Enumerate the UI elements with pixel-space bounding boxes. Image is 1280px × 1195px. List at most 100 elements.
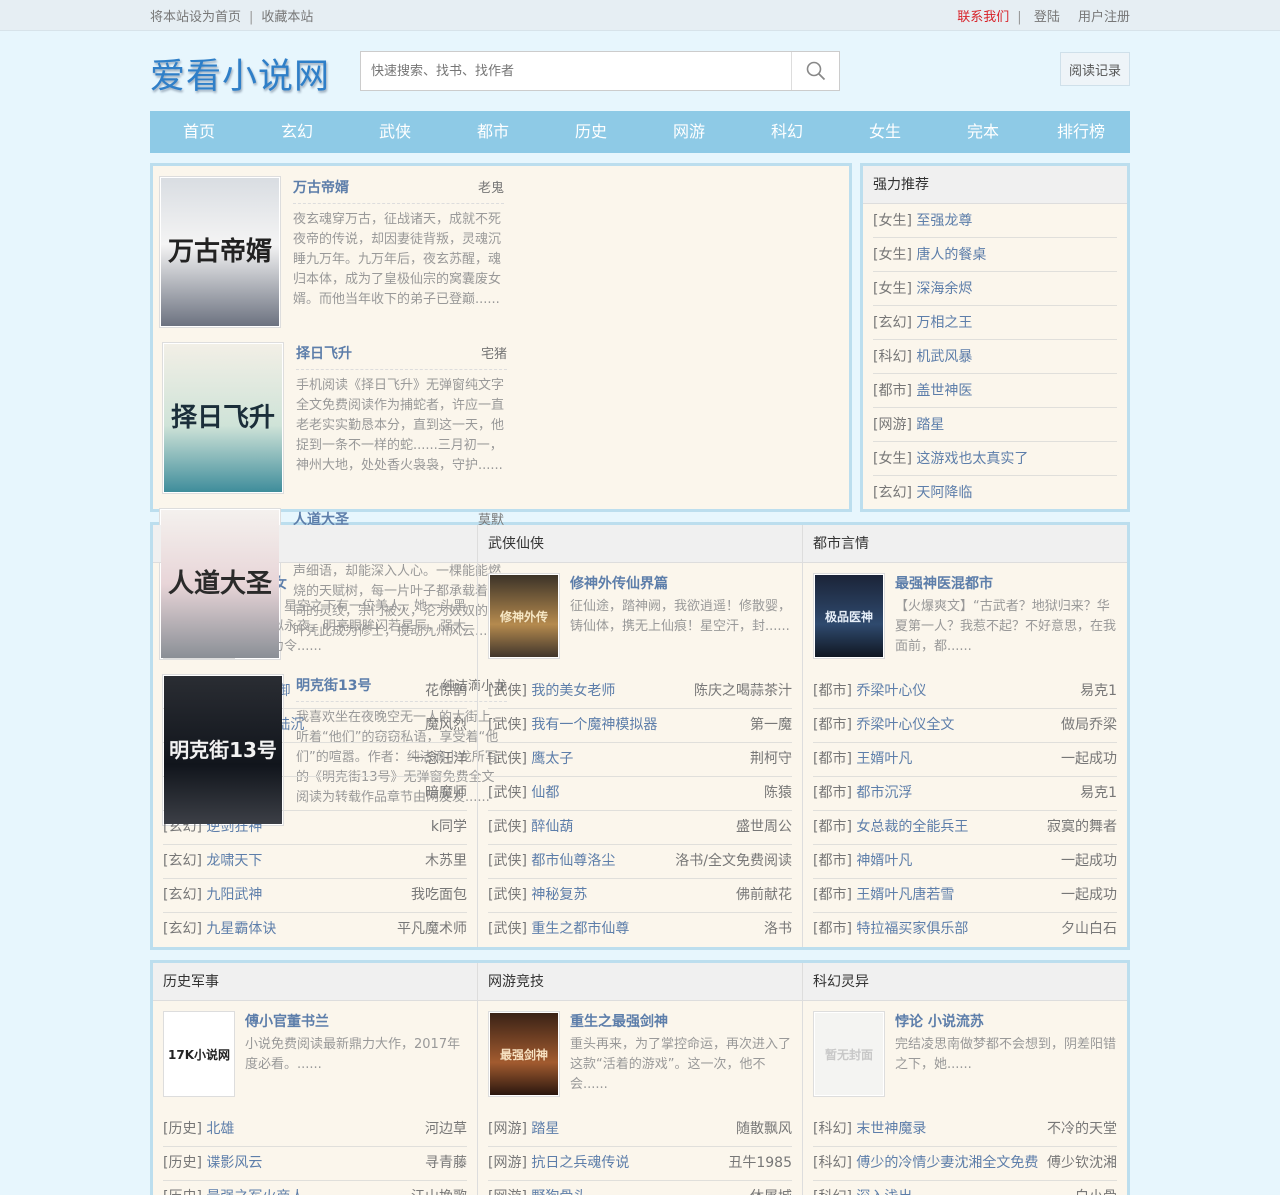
- item-title[interactable]: 北雄: [206, 1121, 234, 1137]
- list-item[interactable]: [科幻] 深入浅出 白小骨: [813, 1181, 1117, 1195]
- book-title[interactable]: 修神外传仙界篇: [570, 576, 668, 592]
- list-item[interactable]: [都市] 乔梁叶心仪 易克1: [813, 675, 1117, 709]
- book-cover[interactable]: 择日飞升: [162, 342, 284, 494]
- search-button[interactable]: [791, 52, 839, 90]
- item-title[interactable]: 野狗骨头: [531, 1189, 587, 1195]
- item-title[interactable]: 万相之王: [916, 315, 972, 331]
- item-title[interactable]: 盖世神医: [916, 383, 972, 399]
- recommend-item[interactable]: [女生] 至强龙尊: [873, 204, 1117, 238]
- item-title[interactable]: 神秘复苏: [531, 887, 587, 903]
- book-title[interactable]: 重生之最强剑神: [570, 1014, 668, 1030]
- item-title[interactable]: 机武风暴: [916, 349, 972, 365]
- item-title[interactable]: 都市仙尊洛尘: [531, 853, 615, 869]
- reading-history-button[interactable]: 阅读记录: [1060, 52, 1130, 86]
- nav-item-nvsheng[interactable]: 女生: [836, 111, 934, 153]
- search-input[interactable]: [361, 52, 791, 90]
- site-logo[interactable]: 爱看小说网: [150, 48, 330, 99]
- item-title[interactable]: 重生之都市仙尊: [531, 921, 629, 937]
- list-item[interactable]: [武侠] 重生之都市仙尊 洛书: [488, 913, 792, 947]
- list-item[interactable]: [都市] 乔梁叶心仪全文 做局乔梁: [813, 709, 1117, 743]
- recommend-item[interactable]: [玄幻] 天阿降临: [873, 476, 1117, 510]
- list-item[interactable]: [都市] 女总裁的全能兵王 寂寞的舞者: [813, 811, 1117, 845]
- item-title[interactable]: 深海余烬: [916, 281, 972, 297]
- recommend-item[interactable]: [玄幻] 万相之王: [873, 306, 1117, 340]
- list-item[interactable]: [都市] 王婿叶凡唐若雪 一起成功: [813, 879, 1117, 913]
- item-title[interactable]: 谍影风云: [206, 1155, 262, 1171]
- list-item[interactable]: [科幻] 傅少的冷情少妻沈湘全文免费 傅少钦沈湘: [813, 1147, 1117, 1181]
- book-title[interactable]: 万古帝婿: [293, 177, 349, 197]
- list-item[interactable]: [武侠] 仙都 陈猿: [488, 777, 792, 811]
- list-item[interactable]: [武侠] 神秘复苏 佛前献花: [488, 879, 792, 913]
- list-item[interactable]: [都市] 神婿叶凡 一起成功: [813, 845, 1117, 879]
- recommend-item[interactable]: [女生] 唐人的餐桌: [873, 238, 1117, 272]
- item-title[interactable]: 王婿叶凡唐若雪: [856, 887, 954, 903]
- list-item[interactable]: [网游] 抗日之兵魂传说 丑牛1985: [488, 1147, 792, 1181]
- item-title[interactable]: 深入浅出: [856, 1189, 912, 1195]
- register-link[interactable]: 用户注册: [1078, 10, 1130, 25]
- item-title[interactable]: 抗日之兵魂传说: [531, 1155, 629, 1171]
- list-item[interactable]: [科幻] 末世神魔录 不冷的天堂: [813, 1113, 1117, 1147]
- list-item[interactable]: [武侠] 醉仙葫 盛世周公: [488, 811, 792, 845]
- book-cover[interactable]: 17K小说网: [163, 1011, 235, 1097]
- list-item[interactable]: [网游] 踏星 随散飘风: [488, 1113, 792, 1147]
- item-title[interactable]: 九星霸体诀: [206, 921, 276, 937]
- login-link[interactable]: 登陆: [1034, 10, 1060, 25]
- list-item[interactable]: [武侠] 都市仙尊洛尘 洛书/全文免费阅读: [488, 845, 792, 879]
- book-title[interactable]: 最强神医混都市: [895, 576, 993, 592]
- item-title[interactable]: 女总裁的全能兵王: [856, 819, 968, 835]
- item-title[interactable]: 我的美女老师: [531, 683, 615, 699]
- item-title[interactable]: 王婿叶凡: [856, 751, 912, 767]
- item-title[interactable]: 神婿叶凡: [856, 853, 912, 869]
- nav-item-wangyou[interactable]: 网游: [640, 111, 738, 153]
- nav-item-kehuan[interactable]: 科幻: [738, 111, 836, 153]
- item-title[interactable]: 九阳武神: [206, 887, 262, 903]
- book-cover[interactable]: 明克街13号: [162, 674, 284, 826]
- book-cover[interactable]: 暂无封面: [813, 1011, 885, 1097]
- item-title[interactable]: 末世神魔录: [856, 1121, 926, 1137]
- item-title[interactable]: 特拉福买家俱乐部: [856, 921, 968, 937]
- list-item[interactable]: [武侠] 我有一个魔神模拟器 第一魔: [488, 709, 792, 743]
- recommend-item[interactable]: [科幻] 机武风暴: [873, 340, 1117, 374]
- item-title[interactable]: 最强之军火商人: [206, 1189, 304, 1195]
- recommend-item[interactable]: [女生] 深海余烬: [873, 272, 1117, 306]
- item-title[interactable]: 傅少的冷情少妻沈湘全文免费: [856, 1155, 1038, 1171]
- list-item[interactable]: [都市] 王婿叶凡 一起成功: [813, 743, 1117, 777]
- item-title[interactable]: 乔梁叶心仪: [856, 683, 926, 699]
- book-title[interactable]: 傅小官董书兰: [245, 1014, 329, 1030]
- book-cover[interactable]: 极品医神: [813, 573, 885, 659]
- list-item[interactable]: [历史] 最强之军火商人 江山挽歌: [163, 1181, 467, 1195]
- nav-item-xuanhuan[interactable]: 玄幻: [248, 111, 346, 153]
- item-title[interactable]: 龙啸天下: [206, 853, 262, 869]
- item-title[interactable]: 这游戏也太真实了: [916, 451, 1028, 467]
- list-item[interactable]: [都市] 特拉福买家俱乐部 夕山白石: [813, 913, 1117, 947]
- list-item[interactable]: [历史] 北雄 河边草: [163, 1113, 467, 1147]
- recommend-item[interactable]: [网游] 踏星: [873, 408, 1117, 442]
- list-item[interactable]: [玄幻] 九星霸体诀 平凡魔术师: [163, 913, 467, 947]
- book-cover[interactable]: 人道大圣: [159, 508, 281, 660]
- contact-link[interactable]: 联系我们: [957, 10, 1009, 25]
- item-title[interactable]: 醉仙葫: [531, 819, 573, 835]
- item-title[interactable]: 至强龙尊: [916, 213, 972, 229]
- nav-item-wuxia[interactable]: 武侠: [346, 111, 444, 153]
- item-title[interactable]: 天阿降临: [916, 485, 972, 501]
- list-item[interactable]: [玄幻] 龙啸天下 木苏里: [163, 845, 467, 879]
- nav-item-home[interactable]: 首页: [150, 111, 248, 153]
- item-title[interactable]: 踏星: [531, 1121, 559, 1137]
- book-title[interactable]: 择日飞升: [296, 343, 352, 363]
- list-item[interactable]: [都市] 都市沉浮 易克1: [813, 777, 1117, 811]
- item-title[interactable]: 都市沉浮: [856, 785, 912, 801]
- book-cover[interactable]: 万古帝婿: [159, 176, 281, 328]
- bookmark-link[interactable]: 收藏本站: [261, 10, 313, 25]
- item-title[interactable]: 乔梁叶心仪全文: [856, 717, 954, 733]
- list-item[interactable]: [武侠] 我的美女老师 陈庆之喝蒜茶汁: [488, 675, 792, 709]
- item-title[interactable]: 我有一个魔神模拟器: [531, 717, 657, 733]
- book-cover[interactable]: 修神外传: [488, 573, 560, 659]
- nav-item-lishi[interactable]: 历史: [542, 111, 640, 153]
- item-title[interactable]: 鹰太子: [531, 751, 573, 767]
- item-title[interactable]: 唐人的餐桌: [916, 247, 986, 263]
- book-cover[interactable]: 最强剑神: [488, 1011, 560, 1097]
- item-title[interactable]: 仙都: [531, 785, 559, 801]
- set-homepage-link[interactable]: 将本站设为首页: [150, 10, 241, 25]
- nav-item-ranking[interactable]: 排行榜: [1032, 111, 1130, 153]
- recommend-item[interactable]: [都市] 盖世神医: [873, 374, 1117, 408]
